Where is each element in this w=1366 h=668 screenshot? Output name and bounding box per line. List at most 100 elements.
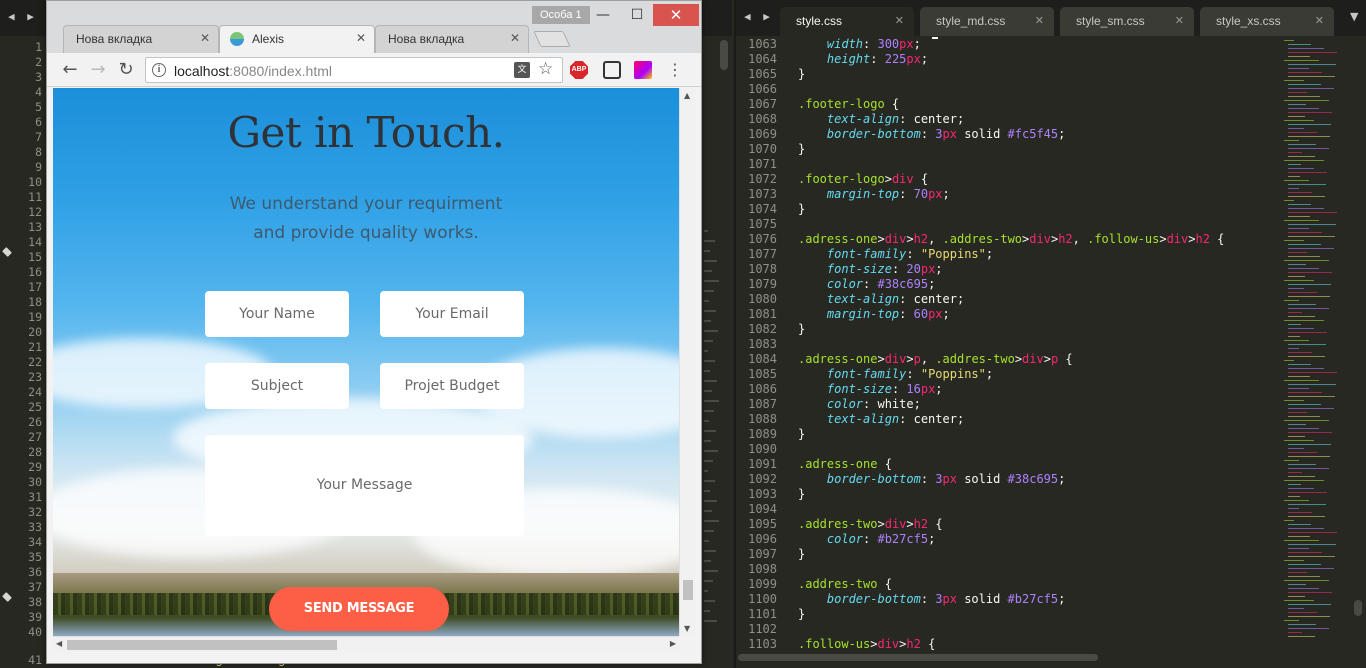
tab-close-icon[interactable]: ✕ (200, 31, 210, 45)
send-message-button[interactable]: SEND MESSAGE (269, 587, 449, 631)
browser-tab[interactable]: Нова вкладка ✕ (63, 25, 219, 53)
back-icon[interactable]: ← (59, 59, 81, 81)
tab-close-icon[interactable]: ✕ (510, 31, 520, 45)
info-icon[interactable]: i (152, 63, 166, 77)
code-line[interactable]: 1072 .footer-logo>div { (736, 172, 1276, 187)
code-line[interactable]: 1064 height: 225px; (736, 52, 1276, 67)
code-line[interactable]: 1093} (736, 487, 1276, 502)
budget-field[interactable]: Projet Budget (380, 363, 524, 409)
line-number: 1078 (748, 262, 777, 276)
code-line[interactable]: 1069 border-bottom: 3px solid #fc5f45; (736, 127, 1276, 142)
code-line[interactable]: 1070} (736, 142, 1276, 157)
code-line[interactable]: 1096 color: #b27cf5; (736, 532, 1276, 547)
browser-tab[interactable]: Нова вкладка ✕ (375, 25, 529, 53)
left-editor-minimap[interactable] (704, 230, 720, 650)
close-window-icon[interactable]: ✕ (653, 4, 699, 26)
code-line[interactable]: 1099 .addres-two { (736, 577, 1276, 592)
menu-icon[interactable]: ⋮ (667, 59, 683, 81)
adblock-icon[interactable]: ABP (570, 61, 588, 79)
code-line[interactable]: 1098 (736, 562, 1276, 577)
code-line[interactable]: 1102 (736, 622, 1276, 637)
code-line[interactable]: 1103 .follow-us>div>h2 { (736, 637, 1276, 652)
bookmark-star-icon[interactable]: ☆ (538, 59, 553, 79)
code-line[interactable]: 1088 text-align: center; (736, 412, 1276, 427)
forward-icon[interactable]: → (87, 59, 109, 81)
right-editor-hscrollbar[interactable] (738, 654, 1098, 661)
code-line[interactable]: 1067 .footer-logo { (736, 97, 1276, 112)
right-editor-scrollbar[interactable] (1354, 600, 1362, 616)
scroll-right-icon[interactable]: ▶ (670, 639, 676, 648)
code-line[interactable]: 1090 (736, 442, 1276, 457)
extension-icon[interactable] (603, 61, 621, 79)
scroll-left-icon[interactable]: ◀ (56, 639, 62, 648)
tab-close-icon[interactable]: ✕ (356, 31, 366, 45)
code-token: font-family (826, 247, 907, 261)
translate-icon[interactable]: 文 (514, 62, 530, 78)
code-line[interactable]: 1077 font-family: "Poppins"; (736, 247, 1276, 262)
code-line[interactable]: 1085 font-family: "Poppins"; (736, 367, 1276, 382)
code-line[interactable]: 1091 .adress-one { (736, 457, 1276, 472)
subject-field[interactable]: Subject (205, 363, 349, 409)
minimap-line (1288, 188, 1299, 189)
code-line[interactable]: 1076 .adress-one>div>h2, .addres-two>div>… (736, 232, 1276, 247)
line-number: 1098 (748, 562, 777, 576)
message-field[interactable]: Your Message (205, 435, 524, 536)
email-field[interactable]: Your Email (380, 291, 524, 337)
code-editor[interactable]: 1063 width: 300px; 1064 height: 225px; 106… (736, 37, 1276, 653)
code-line[interactable]: 1065} (736, 67, 1276, 82)
editor-tab[interactable]: style_md.css ✕ (920, 7, 1054, 36)
code-line[interactable]: 1075 (736, 217, 1276, 232)
code-line[interactable]: 1078 font-size: 20px; (736, 262, 1276, 277)
url-text[interactable]: localhost:8080/index.html (174, 63, 332, 79)
code-line[interactable]: 1063 width: 300px; (736, 37, 1276, 52)
code-line[interactable]: 1074} (736, 202, 1276, 217)
browser-tab-active[interactable]: Alexis ✕ (219, 25, 375, 53)
tab-close-icon[interactable]: ✕ (895, 14, 904, 27)
scrollbar-thumb[interactable] (67, 640, 337, 650)
minimize-icon[interactable]: — (587, 4, 619, 26)
code-line[interactable]: 1084 .adress-one>div>p, .addres-two>div>p… (736, 352, 1276, 367)
scrollbar-thumb[interactable] (683, 580, 693, 600)
code-line[interactable]: 1066 (736, 82, 1276, 97)
code-line[interactable]: 1086 font-size: 16px; (736, 382, 1276, 397)
code-line[interactable]: 1068 text-align: center; (736, 112, 1276, 127)
profile-badge[interactable]: Особа 1 (532, 6, 590, 24)
new-tab-button[interactable] (533, 31, 571, 47)
address-bar[interactable]: i localhost:8080/index.html 文 ☆ (145, 57, 563, 83)
editor-tab[interactable]: style_sm.css ✕ (1060, 7, 1194, 36)
scroll-down-icon[interactable]: ▼ (684, 624, 690, 633)
code-line[interactable]: 1095 .addres-two>div>h2 { (736, 517, 1276, 532)
maximize-icon[interactable]: ☐ (621, 4, 653, 26)
code-line[interactable]: 1089} (736, 427, 1276, 442)
code-line[interactable]: 1082} (736, 322, 1276, 337)
code-line[interactable]: 1094 (736, 502, 1276, 517)
tab-close-icon[interactable]: ✕ (1035, 14, 1044, 27)
reload-icon[interactable]: ↻ (115, 59, 137, 81)
code-line[interactable]: 1100 border-bottom: 3px solid #b27cf5; (736, 592, 1276, 607)
right-editor-minimap[interactable] (1284, 40, 1354, 650)
code-token: "Poppins" (920, 367, 986, 381)
page-horizontal-scrollbar[interactable]: ◀ ▶ (53, 636, 679, 652)
tab-nav-arrows-icon[interactable]: ◀ ▶ (8, 10, 37, 23)
editor-tab[interactable]: style_xs.css ✕ (1200, 7, 1334, 36)
code-line[interactable]: 1071 (736, 157, 1276, 172)
code-line[interactable]: 1083 (736, 337, 1276, 352)
tab-close-icon[interactable]: ✕ (1175, 14, 1184, 27)
scroll-up-icon[interactable]: ▲ (684, 91, 690, 100)
extension-icon[interactable] (634, 61, 652, 79)
name-field[interactable]: Your Name (205, 291, 349, 337)
code-line[interactable]: 1080 text-align: center; (736, 292, 1276, 307)
page-vertical-scrollbar[interactable]: ▲ ▼ (679, 88, 695, 636)
code-line[interactable]: 1101} (736, 607, 1276, 622)
more-tabs-icon[interactable]: ▼ (1350, 10, 1358, 23)
code-line[interactable]: 1097} (736, 547, 1276, 562)
code-line[interactable]: 1079 color: #38c695; (736, 277, 1276, 292)
editor-tab-active[interactable]: style.css ✕ (780, 7, 914, 36)
code-line[interactable]: 1087 color: white; (736, 397, 1276, 412)
left-editor-scrollbar[interactable] (720, 40, 728, 70)
code-line[interactable]: 1073 margin-top: 70px; (736, 187, 1276, 202)
tab-nav-arrows-icon[interactable]: ◀ ▶ (744, 10, 773, 23)
code-line[interactable]: 1081 margin-top: 60px; (736, 307, 1276, 322)
tab-close-icon[interactable]: ✕ (1315, 14, 1324, 27)
code-line[interactable]: 1092 border-bottom: 3px solid #38c695; (736, 472, 1276, 487)
